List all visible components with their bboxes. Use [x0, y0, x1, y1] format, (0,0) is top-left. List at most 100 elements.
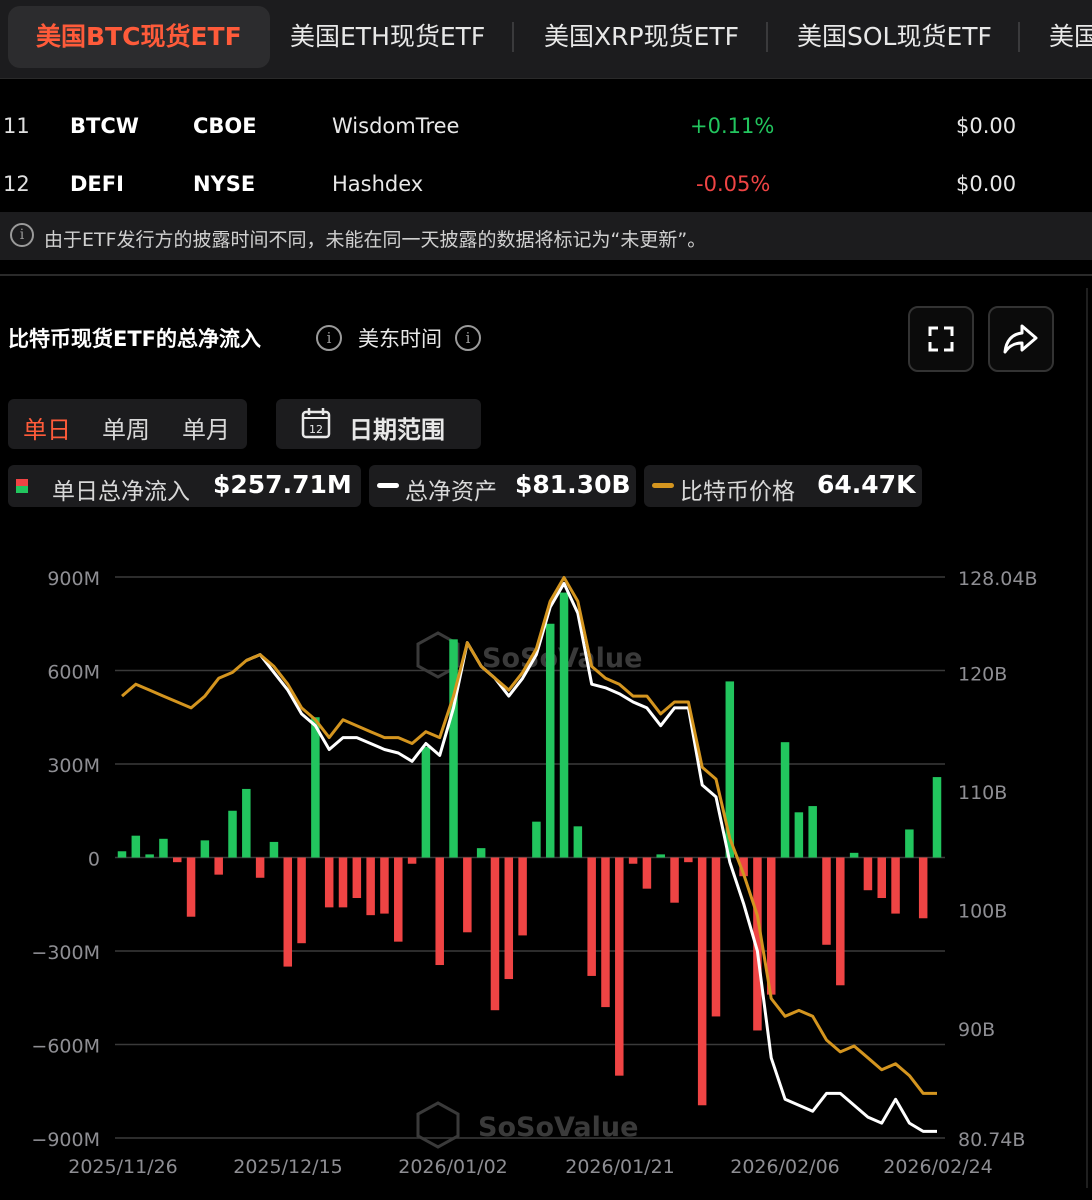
period-daily[interactable]: 单日 [23, 410, 71, 445]
flow-bar [642, 857, 652, 889]
flow-bar [269, 841, 279, 858]
flow-bar [380, 857, 389, 914]
flow-bar [463, 857, 472, 933]
flow-bar [145, 854, 154, 858]
tab-separator [1018, 22, 1020, 52]
legend-inflow[interactable]: 单日总净流入 $257.71M [8, 465, 361, 507]
legend-assets-swatch [377, 483, 399, 488]
tab-separator [512, 22, 514, 52]
x-tick-label: 2026/01/21 [565, 1156, 675, 1178]
flow-bar [407, 857, 417, 864]
watermark-logo-icon [416, 1101, 460, 1149]
y-right-tick-label: 120B [958, 663, 1007, 685]
flow-bar [435, 857, 444, 966]
x-tick-label: 2025/11/26 [68, 1156, 178, 1178]
row-exchange: NYSE [193, 172, 256, 196]
share-button[interactable] [988, 306, 1054, 372]
x-tick-label: 2026/01/02 [398, 1156, 508, 1178]
row-value: $0.00 [956, 172, 1017, 196]
flow-bar [159, 838, 168, 858]
disclosure-note: i 由于ETF发行方的披露时间不同，未能在同一天披露的数据将标记为“未更新”。 [0, 212, 1092, 260]
row-value: $0.00 [956, 114, 1017, 138]
flow-bar [559, 592, 569, 858]
flow-bar [297, 857, 306, 944]
flow-bar [228, 810, 237, 858]
period-weekly[interactable]: 单周 [102, 410, 150, 445]
row-rank: 11 [3, 114, 30, 138]
flow-bar [697, 857, 707, 1106]
flow-bar [849, 852, 859, 858]
flow-bar [808, 806, 817, 858]
x-tick-label: 2026/02/06 [730, 1156, 840, 1178]
section-title: 比特币现货ETF的总净流入 [8, 327, 262, 351]
y-left-tick-label: 0 [88, 849, 100, 871]
legend-assets-label: 总净资产 [405, 479, 497, 505]
calendar-icon: 12 [301, 408, 331, 439]
flow-bar [242, 788, 251, 858]
legend-price[interactable]: 比特币价格 64.47K [644, 465, 922, 507]
table-row[interactable]: 11 BTCW CBOE WisdomTree +0.11% $0.00 [0, 98, 1092, 156]
y-right-tick-label: 128.04B [958, 568, 1038, 590]
flow-bar [863, 857, 873, 891]
y-left-tick-label: 300M [47, 755, 100, 777]
flow-bar [311, 717, 320, 858]
flow-bar [338, 857, 348, 908]
flow-bar [214, 857, 223, 875]
y-left-tick-label: 600M [47, 662, 100, 684]
flow-bar [532, 821, 541, 858]
date-range-label: 日期范围 [349, 416, 445, 444]
flow-bar [656, 854, 665, 858]
tab-more-etf[interactable]: 美国 [1049, 6, 1092, 68]
flow-bar [518, 857, 527, 936]
row-rank: 12 [3, 172, 30, 196]
tab-xrp-etf[interactable]: 美国XRP现货ETF [544, 6, 739, 68]
row-change: -0.05% [696, 172, 771, 196]
flow-bar [283, 857, 293, 967]
y-right-tick-label: 110B [958, 782, 1007, 804]
info-icon[interactable]: i [455, 325, 481, 351]
flow-bar [476, 848, 486, 858]
tab-btc-etf[interactable]: 美国BTC现货ETF [8, 6, 270, 68]
section-divider [0, 274, 1092, 276]
flow-bar [822, 857, 831, 945]
info-icon[interactable]: i [316, 325, 342, 351]
flow-bar [684, 857, 693, 863]
flow-bar [186, 857, 196, 917]
flow-bar [891, 857, 900, 914]
flow-bar [794, 812, 804, 858]
date-range-button[interactable]: 12 日期范围 [276, 399, 481, 449]
legend-assets-value: $81.30B [515, 470, 631, 499]
flow-bar [352, 857, 362, 899]
flow-bar [173, 857, 182, 863]
etf-flow-chart[interactable]: 900M 600M 300M 0 −300M −600M −900M 128.04B 120B 1… [0, 540, 1092, 1200]
row-ticker: DEFI [70, 172, 124, 196]
x-tick-label: 2026/02/24 [883, 1156, 993, 1178]
flow-bar [905, 829, 914, 858]
flow-bar [711, 857, 721, 1017]
flow-bar [918, 857, 928, 919]
row-ticker: BTCW [70, 114, 139, 138]
tab-separator [766, 22, 768, 52]
period-monthly[interactable]: 单月 [182, 410, 230, 445]
flow-bar [366, 857, 375, 916]
legend-assets[interactable]: 总净资产 $81.30B [369, 465, 636, 507]
flow-bar [324, 857, 334, 908]
flow-bar [255, 857, 265, 878]
disclosure-text: 由于ETF发行方的披露时间不同，未能在同一天披露的数据将标记为“未更新”。 [44, 229, 707, 251]
y-left-tick-label: −900M [31, 1129, 100, 1151]
flow-bar [117, 851, 127, 858]
row-exchange: CBOE [193, 114, 257, 138]
timezone-label: 美东时间 [358, 327, 442, 351]
flow-bar [545, 623, 555, 858]
fullscreen-icon [928, 326, 954, 352]
share-icon [1003, 324, 1038, 354]
legend-price-value: 64.47K [817, 470, 916, 499]
tab-eth-etf[interactable]: 美国ETH现货ETF [290, 6, 485, 68]
flow-bar [394, 857, 403, 942]
fullscreen-button[interactable] [908, 306, 974, 372]
tab-sol-etf[interactable]: 美国SOL现货ETF [797, 6, 992, 68]
row-issuer: WisdomTree [332, 114, 460, 138]
table-row[interactable]: 12 DEFI NYSE Hashdex -0.05% $0.00 [0, 156, 1092, 214]
flow-bar [628, 857, 638, 864]
y-left-tick-label: 900M [47, 568, 100, 590]
